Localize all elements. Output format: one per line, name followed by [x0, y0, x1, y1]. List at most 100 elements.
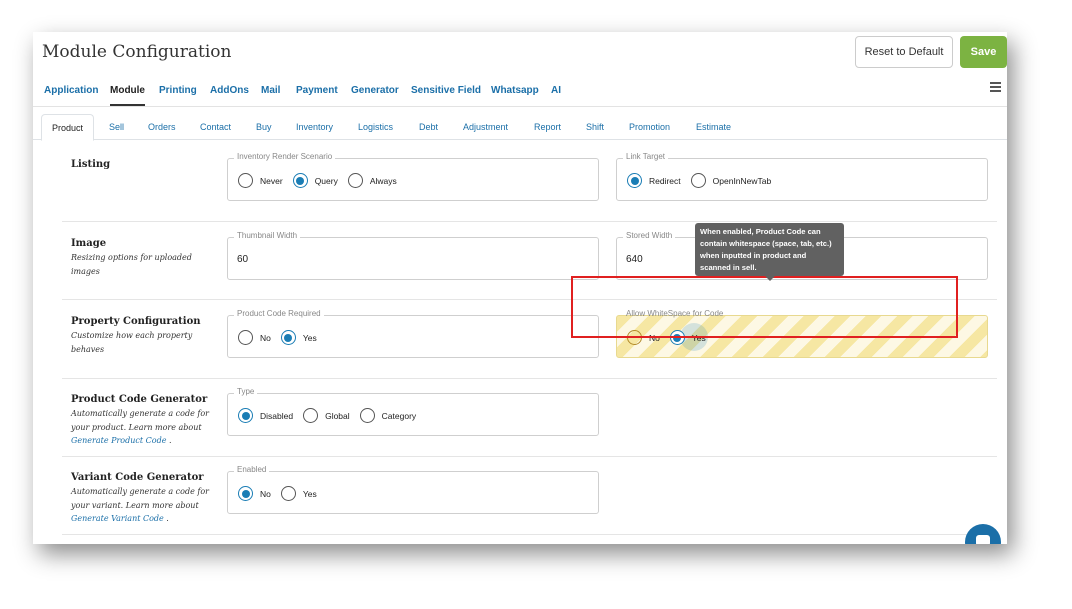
radio-category[interactable]: Category — [359, 408, 417, 423]
field-value: 60 — [237, 254, 249, 265]
tab-report[interactable]: Report — [534, 122, 561, 132]
page-header: Module Configuration Reset to Default Sa… — [33, 32, 1007, 74]
description-suffix: . — [166, 436, 172, 445]
radio-selected-icon[interactable] — [627, 173, 642, 188]
nav-item-ai[interactable]: AI — [551, 85, 561, 104]
radio-disabled[interactable]: Disabled — [238, 408, 293, 423]
radio-label: Yes — [302, 488, 317, 499]
radio-circle-icon[interactable] — [347, 173, 363, 188]
field-label: Type — [234, 387, 258, 396]
radio-selected-icon[interactable] — [238, 486, 253, 501]
page-title: Module Configuration — [42, 42, 232, 62]
radio-group: Never Query Always — [238, 173, 407, 188]
radio-circle-icon[interactable] — [359, 408, 375, 423]
reset-to-default-button[interactable]: Reset to Default — [855, 36, 953, 68]
radio-selected-icon[interactable] — [238, 408, 253, 423]
tab-orders[interactable]: Orders — [148, 122, 176, 132]
radio-no[interactable]: No — [238, 486, 271, 501]
radio-circle-icon[interactable] — [280, 486, 296, 501]
tab-product[interactable]: Product — [41, 114, 95, 141]
radio-always[interactable]: Always — [347, 173, 397, 188]
section-description: Customize how each property behaves — [71, 331, 193, 354]
link-target-field: Link Target Redirect OpenInNewTab — [616, 152, 988, 201]
save-button[interactable]: Save — [960, 36, 1007, 68]
section-description: Resizing options for uploaded images — [71, 253, 192, 276]
radio-no[interactable]: No — [238, 330, 271, 345]
tab-shift[interactable]: Shift — [586, 122, 604, 132]
radio-selected-icon[interactable] — [280, 330, 296, 345]
top-nav: Application Module Printing AddOns Mail … — [33, 74, 1007, 107]
nav-item-mail[interactable]: Mail — [261, 85, 280, 104]
field-label: Stored Width — [623, 231, 676, 240]
field-label: Thumbnail Width — [234, 231, 301, 240]
nav-item-sensitive-field[interactable]: Sensitive Field — [411, 85, 481, 104]
radio-group: Redirect OpenInNewTab — [627, 173, 781, 188]
radio-label: Never — [260, 175, 283, 186]
type-field: Type Disabled Global Category — [227, 387, 599, 436]
description-text: Automatically generate a code for your v… — [71, 487, 209, 510]
generate-variant-code-link[interactable]: Generate Variant Code — [71, 514, 164, 523]
generate-product-code-link[interactable]: Generate Product Code — [71, 436, 166, 445]
nav-item-printing[interactable]: Printing — [159, 85, 197, 104]
radio-circle-icon[interactable] — [690, 173, 706, 188]
radio-label: Global — [325, 410, 350, 421]
field-label: Enabled — [234, 465, 270, 474]
tab-logistics[interactable]: Logistics — [358, 122, 393, 132]
section-title: Product Code Generator — [71, 394, 208, 405]
hamburger-icon[interactable] — [990, 82, 1001, 94]
section-title: Listing — [71, 159, 111, 170]
radio-selected-icon[interactable] — [292, 173, 308, 188]
tab-estimate[interactable]: Estimate — [696, 122, 731, 132]
radio-yes[interactable]: Yes — [280, 486, 317, 501]
field-label: Inventory Render Scenario — [234, 152, 336, 161]
radio-circle-icon[interactable] — [303, 408, 319, 423]
radio-open-in-new-tab[interactable]: OpenInNewTab — [690, 173, 772, 188]
tab-promotion[interactable]: Promotion — [629, 122, 670, 132]
section-listing: Listing Inventory Render Scenario Never … — [62, 140, 997, 222]
nav-item-payment[interactable]: Payment — [296, 85, 338, 104]
nav-item-module[interactable]: Module — [110, 85, 145, 106]
nav-item-addons[interactable]: AddOns — [210, 85, 249, 104]
radio-group: No Yes — [238, 330, 327, 345]
tab-inventory[interactable]: Inventory — [296, 122, 333, 132]
tab-contact[interactable]: Contact — [200, 122, 231, 132]
section-title: Image — [71, 238, 107, 249]
radio-label: Always — [369, 175, 397, 186]
radio-group: No Yes — [238, 486, 327, 501]
nav-item-whatsapp[interactable]: Whatsapp — [491, 85, 539, 104]
radio-circle-icon[interactable] — [238, 330, 253, 345]
nav-item-application[interactable]: Application — [44, 85, 98, 104]
radio-label: Yes — [302, 332, 317, 343]
radio-label: No — [260, 488, 271, 499]
nav-item-generator[interactable]: Generator — [351, 85, 399, 104]
radio-yes[interactable]: Yes — [280, 330, 317, 345]
section-product-code-generator: Product Code Generator Automatically gen… — [62, 379, 997, 457]
tab-buy[interactable]: Buy — [256, 122, 272, 132]
radio-label: OpenInNewTab — [712, 175, 772, 186]
field-value: 640 — [626, 254, 643, 265]
radio-label: Disabled — [260, 410, 294, 421]
description-suffix: . — [163, 514, 169, 523]
radio-never[interactable]: Never — [238, 173, 283, 188]
thumbnail-width-input[interactable]: Thumbnail Width 60 — [227, 231, 599, 280]
section-description: Automatically generate a code for your p… — [71, 407, 221, 448]
section-description: Automatically generate a code for your v… — [71, 485, 221, 526]
tab-adjustment[interactable]: Adjustment — [463, 122, 508, 132]
radio-global[interactable]: Global — [303, 408, 350, 423]
whitespace-tooltip: When enabled, Product Code can contain w… — [695, 223, 844, 281]
radio-query[interactable]: Query — [292, 173, 338, 188]
field-label: Product Code Required — [234, 309, 324, 318]
tab-debt[interactable]: Debt — [419, 122, 438, 132]
section-title: Property Configuration — [71, 316, 201, 327]
radio-redirect[interactable]: Redirect — [627, 173, 681, 188]
inventory-render-scenario-field: Inventory Render Scenario Never Query Al… — [227, 152, 599, 201]
radio-label: Category — [381, 410, 417, 421]
tab-sell[interactable]: Sell — [109, 122, 124, 132]
section-title: Variant Code Generator — [71, 472, 204, 483]
highlight-annotation-box — [571, 276, 958, 338]
radio-circle-icon[interactable] — [238, 173, 253, 188]
radio-label: No — [260, 332, 271, 343]
field-label: Link Target — [623, 152, 668, 161]
radio-group: Disabled Global Category — [238, 408, 426, 423]
section-variant-code-generator: Variant Code Generator Automatically gen… — [62, 457, 997, 535]
